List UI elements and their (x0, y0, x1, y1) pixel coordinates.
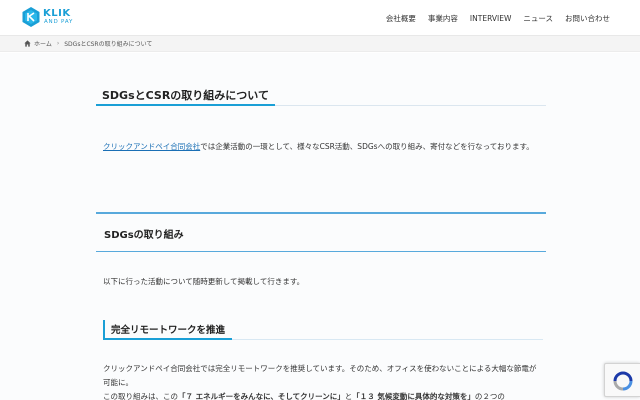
nav-company[interactable]: 会社概要 (386, 13, 416, 24)
logo-text: KLIK (43, 8, 71, 19)
logo-hexagon-icon (22, 7, 40, 27)
breadcrumb-home[interactable]: ホーム (34, 39, 52, 48)
section-heading-block: SDGsの取り組み (96, 212, 546, 252)
subsection-heading-block: 完全リモートワークを推進 (103, 320, 543, 340)
recaptcha-icon (613, 371, 633, 391)
page-title: SDGsとCSRの取り組みについて (96, 88, 275, 106)
main-nav: 会社概要 事業内容 INTERVIEW ニュース お問い合わせ (374, 0, 640, 36)
nav-business[interactable]: 事業内容 (428, 13, 458, 24)
nav-news[interactable]: ニュース (523, 13, 553, 24)
breadcrumb-current: SDGsとCSRの取り組みについて (64, 41, 153, 48)
subsection-text: クリックアンドペイ合同会社では完全リモートワークを推奨しています。そのため、オフ… (103, 364, 537, 387)
recaptcha-badge[interactable] (604, 363, 640, 397)
site-header: KLIK AND PAY 会社概要 事業内容 INTERVIEW ニュース お問… (0, 0, 640, 36)
main-content: SDGsとCSRの取り組みについて クリックアンドペイ合同会社では企業活動の一環… (0, 53, 640, 400)
subsection-title: 完全リモートワークを推進 (103, 320, 233, 340)
nav-contact[interactable]: お問い合わせ (565, 13, 610, 24)
breadcrumb: ホーム › SDGsとCSRの取り組みについて (0, 36, 640, 52)
section-text: 以下に行った活動について随時更新して掲載して行きます。 (103, 277, 305, 286)
subsection-text-2: この取り組みは、この「７ エネルギーをみんなに、そしてクリーンに」と「１３ 気候… (103, 390, 543, 400)
site-logo[interactable]: KLIK AND PAY (22, 7, 82, 29)
home-icon (24, 40, 31, 47)
intro-paragraph: クリックアンドペイ合同会社では企業活動の一環として、様々なCSR活動、SDGsへ… (103, 140, 541, 154)
intro-text: では企業活動の一環として、様々なCSR活動、SDGsへの取り組み、寄付などを行な… (200, 142, 534, 151)
chevron-right-icon: › (56, 40, 60, 47)
company-link[interactable]: クリックアンドペイ合同会社 (103, 142, 200, 151)
logo-subtext: AND PAY (44, 19, 74, 25)
section-title: SDGsの取り組み (104, 230, 184, 241)
page-title-block: SDGsとCSRの取り組みについて (96, 88, 546, 106)
nav-interview[interactable]: INTERVIEW (470, 14, 511, 23)
